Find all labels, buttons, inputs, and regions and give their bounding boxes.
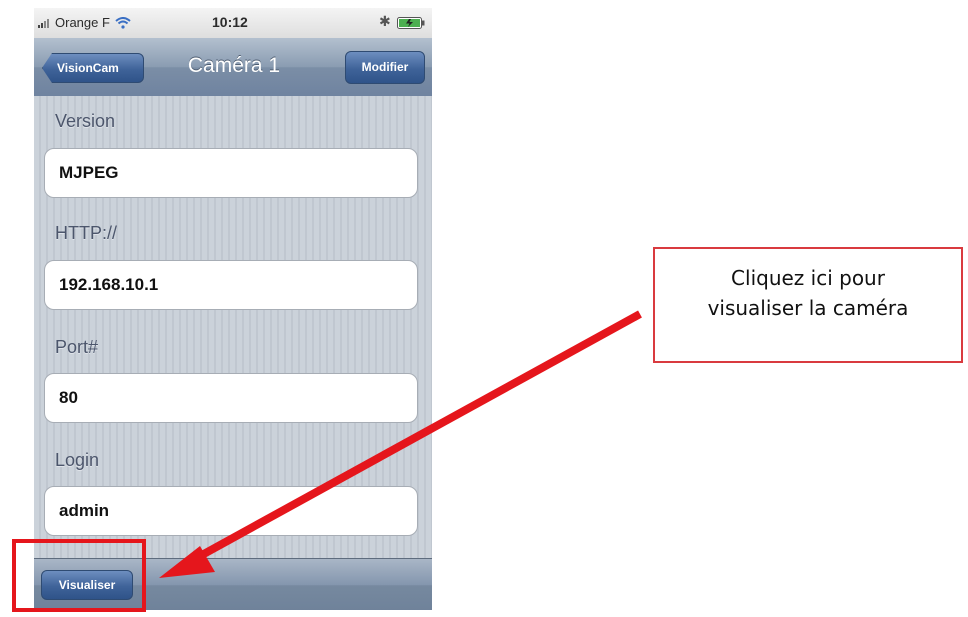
callout-line-2: visualiser la caméra [707, 296, 909, 320]
callout-line-1: Cliquez ici pour [731, 266, 885, 290]
callout-box: Cliquez ici pour visualiser la caméra [653, 247, 963, 363]
